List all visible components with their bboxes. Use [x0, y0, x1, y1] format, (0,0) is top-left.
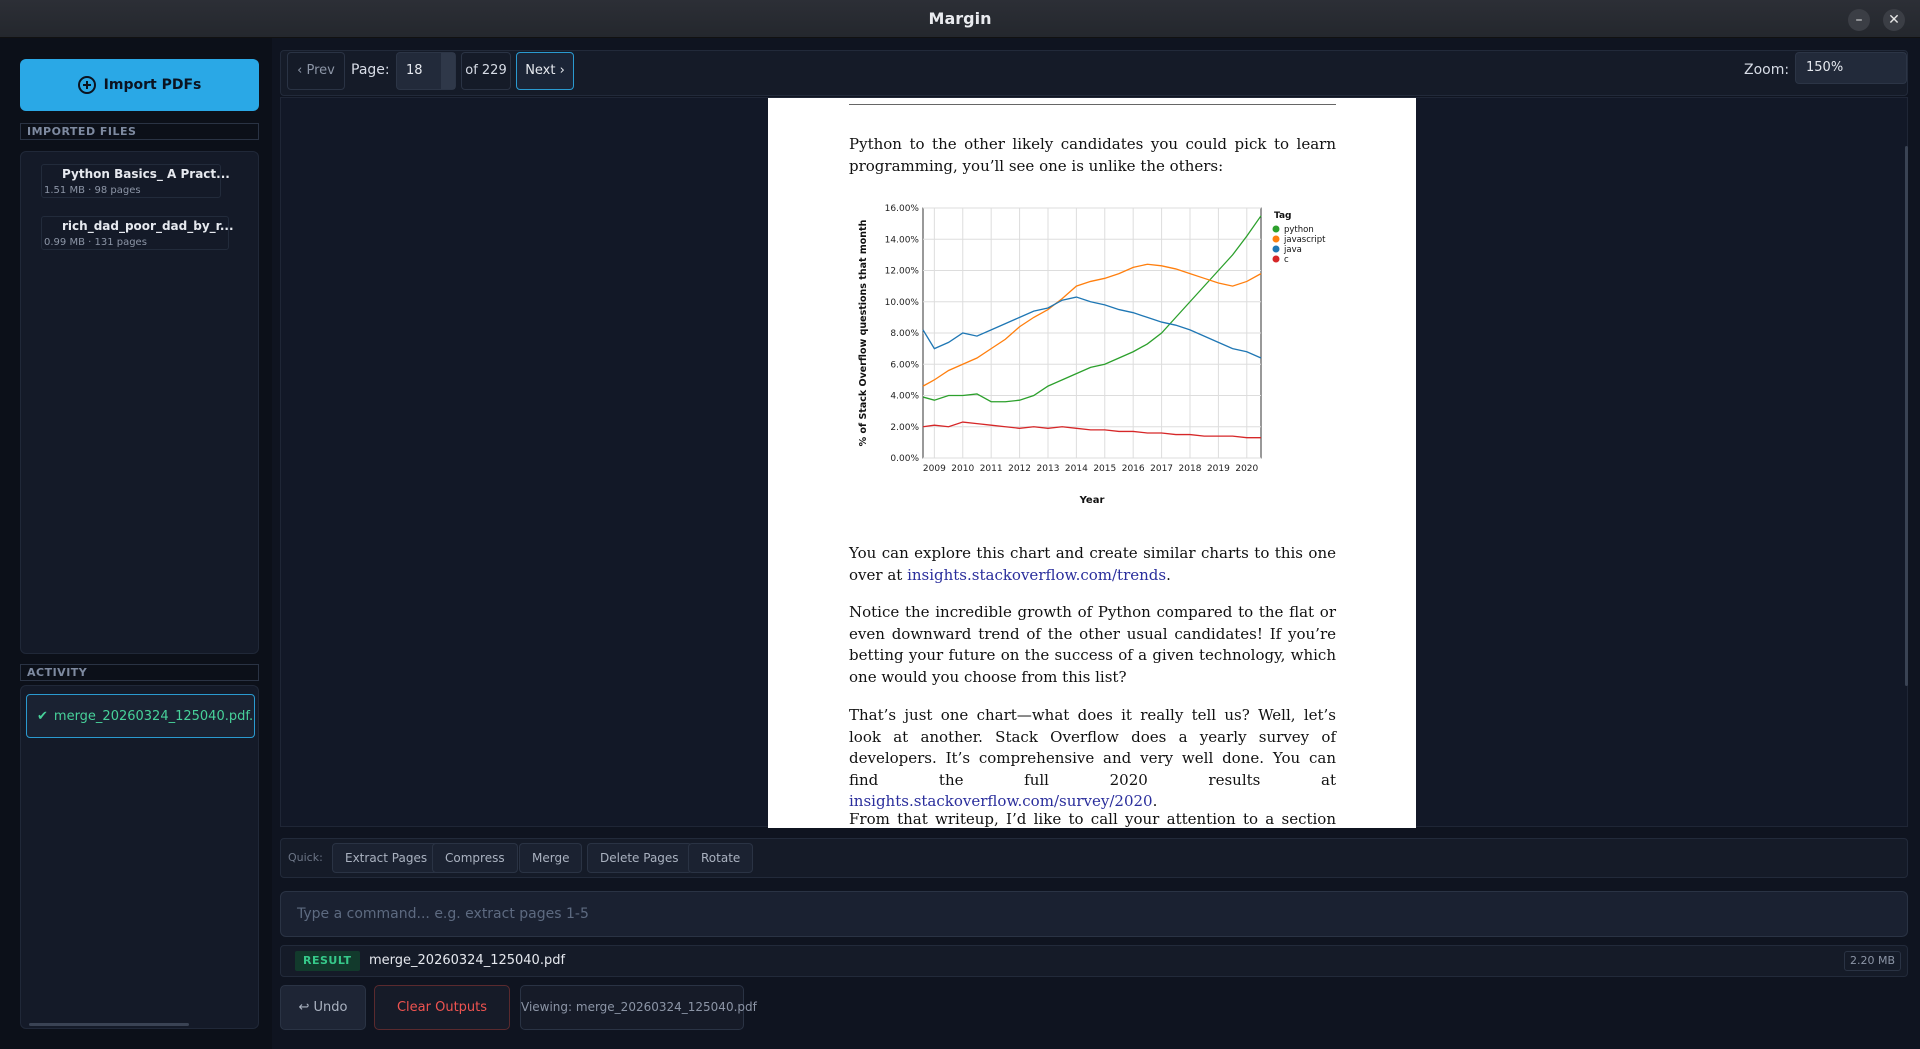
quick-actions-bar: Quick: Extract Pages Compress Merge Dele… — [280, 838, 1908, 878]
legend-swatch-python — [1272, 225, 1280, 233]
legend-label-c: c — [1284, 255, 1289, 265]
y-tick-label: 8.00% — [890, 329, 919, 339]
result-badge: RESULT — [295, 951, 360, 971]
page-label: Page: — [351, 62, 390, 78]
result-size: 2.20 MB — [1843, 951, 1901, 971]
minimize-icon[interactable]: – — [1848, 9, 1870, 31]
close-icon[interactable]: ✕ — [1883, 9, 1905, 31]
x-tick-label: 2017 — [1150, 464, 1173, 474]
paragraph: Python to the other likely candidates yo… — [849, 135, 1336, 175]
check-icon: ✔ — [37, 708, 48, 724]
file-item[interactable]: Python Basics_ A Pract... 1.51 MB · 98 p… — [41, 164, 230, 198]
zoom-label: Zoom: — [1744, 62, 1790, 78]
x-tick-label: 2013 — [1037, 464, 1060, 474]
viewing-status: Viewing: merge_20260324_125040.pdf — [520, 985, 757, 1030]
y-tick-label: 12.00% — [885, 267, 920, 277]
page-total: of 229 — [461, 52, 511, 90]
file-meta: 1.51 MB · 98 pages — [44, 185, 141, 196]
legend-label-python: python — [1284, 225, 1314, 235]
pdf-page: Python to the other likely candidates yo… — [768, 98, 1416, 828]
legend-swatch-c — [1272, 255, 1280, 263]
import-pdfs-button[interactable]: Import PDFs — [20, 59, 259, 111]
result-filename[interactable]: merge_20260324_125040.pdf — [369, 953, 565, 968]
survey-link[interactable]: insights.stackoverflow.com/survey/2020 — [849, 792, 1153, 810]
next-page-button[interactable]: Next › — [516, 52, 574, 90]
y-tick-label: 4.00% — [890, 392, 919, 402]
undo-button[interactable]: ↩ Undo — [280, 985, 366, 1030]
paragraph: That’s just one chart—what does it reall… — [849, 705, 1336, 813]
window-title: Margin — [928, 9, 992, 28]
x-tick-label: 2019 — [1207, 464, 1230, 474]
page-number-value: 18 — [406, 63, 423, 78]
quick-label: Quick: — [288, 851, 323, 864]
extract-pages-button[interactable]: Extract Pages — [332, 843, 441, 873]
paragraph: From that writeup, I’d like to call your… — [849, 810, 1336, 828]
plus-circle-icon — [77, 76, 96, 94]
y-tick-label: 10.00% — [885, 298, 920, 308]
activity-label: merge_20260324_125040.pdf... — [53, 708, 255, 724]
y-tick-label: 16.00% — [885, 204, 920, 214]
y-axis-label: % of Stack Overflow questions that month — [858, 219, 869, 446]
command-input[interactable]: Type a command... e.g. extract pages 1-5 — [280, 891, 1908, 937]
x-axis-label: Year — [1079, 495, 1105, 506]
x-tick-label: 2018 — [1179, 464, 1202, 474]
x-tick-label: 2010 — [951, 464, 974, 474]
pdf-viewer[interactable]: Python to the other likely candidates yo… — [280, 97, 1908, 828]
line-chart: 0.00% 2.00% 4.00% 6.00% 8.00% 10.00% 12.00% 14.… — [858, 204, 1326, 506]
clear-outputs-button[interactable]: Clear Outputs — [374, 985, 510, 1030]
import-pdfs-label: Import PDFs — [103, 77, 202, 93]
horizontal-scrollbar[interactable] — [29, 1023, 189, 1026]
x-tick-label: 2015 — [1093, 464, 1116, 474]
paragraph: Notice the incredible growth of Python c… — [849, 603, 1336, 686]
merge-button[interactable]: Merge — [519, 843, 583, 873]
x-tick-label: 2009 — [923, 464, 946, 474]
delete-pages-button[interactable]: Delete Pages — [587, 843, 692, 873]
rotate-button[interactable]: Rotate — [688, 843, 754, 873]
trends-link[interactable]: insights.stackoverflow.com/trends — [907, 566, 1166, 584]
vertical-scrollbar[interactable] — [1905, 146, 1908, 686]
activity-item[interactable]: ✔ merge_20260324_125040.pdf... — [26, 694, 255, 738]
x-tick-label: 2014 — [1065, 464, 1088, 474]
legend-label-javascript: javascript — [1283, 235, 1326, 245]
paragraph-text: That’s just one chart—what does it reall… — [849, 706, 1336, 789]
paragraph-end: . — [1166, 565, 1171, 584]
viewer-toolbar: ‹ Prev Page: 18 of 229 Next › Zoom: 150% — [280, 50, 1908, 96]
legend-swatch-java — [1272, 245, 1280, 253]
legend-swatch-javascript — [1272, 235, 1280, 243]
imported-files-header: IMPORTED FILES — [20, 123, 259, 140]
y-tick-label: 6.00% — [890, 360, 919, 370]
result-bar: RESULT merge_20260324_125040.pdf 2.20 MB — [280, 945, 1908, 977]
legend-title: Tag — [1274, 211, 1292, 221]
activity-panel: ✔ merge_20260324_125040.pdf... — [20, 685, 259, 1029]
x-tick-label: 2011 — [980, 464, 1003, 474]
file-name: rich_dad_poor_dad_by_r... — [62, 219, 234, 233]
undo-icon: ↩ — [298, 1000, 310, 1015]
y-tick-label: 2.00% — [890, 423, 919, 433]
paragraph: You can explore this chart and create si… — [849, 543, 1336, 586]
x-tick-label: 2012 — [1008, 464, 1031, 474]
sidebar: Import PDFs IMPORTED FILES Python Basics… — [0, 38, 272, 1049]
page-number-input[interactable]: 18 — [396, 52, 456, 90]
y-tick-label: 0.00% — [890, 454, 919, 464]
activity-header: ACTIVITY — [20, 664, 259, 681]
title-bar: Margin – ✕ — [0, 0, 1920, 38]
compress-button[interactable]: Compress — [432, 843, 518, 873]
file-item[interactable]: rich_dad_poor_dad_by_r... 0.99 MB · 131 … — [41, 216, 234, 250]
prev-page-button[interactable]: ‹ Prev — [287, 52, 345, 90]
legend-label-java: java — [1283, 245, 1302, 255]
page-spinner[interactable] — [441, 53, 455, 89]
file-name: Python Basics_ A Pract... — [62, 167, 230, 181]
x-tick-label: 2016 — [1122, 464, 1145, 474]
y-tick-label: 14.00% — [885, 235, 920, 245]
imported-files-panel: Python Basics_ A Pract... 1.51 MB · 98 p… — [20, 151, 259, 654]
paragraph-end: . — [1152, 792, 1158, 810]
undo-label: Undo — [313, 1000, 348, 1015]
zoom-input[interactable]: 150% — [1795, 52, 1907, 84]
x-tick-label: 2020 — [1235, 464, 1258, 474]
header-rule — [849, 104, 1336, 105]
file-meta: 0.99 MB · 131 pages — [44, 237, 147, 248]
